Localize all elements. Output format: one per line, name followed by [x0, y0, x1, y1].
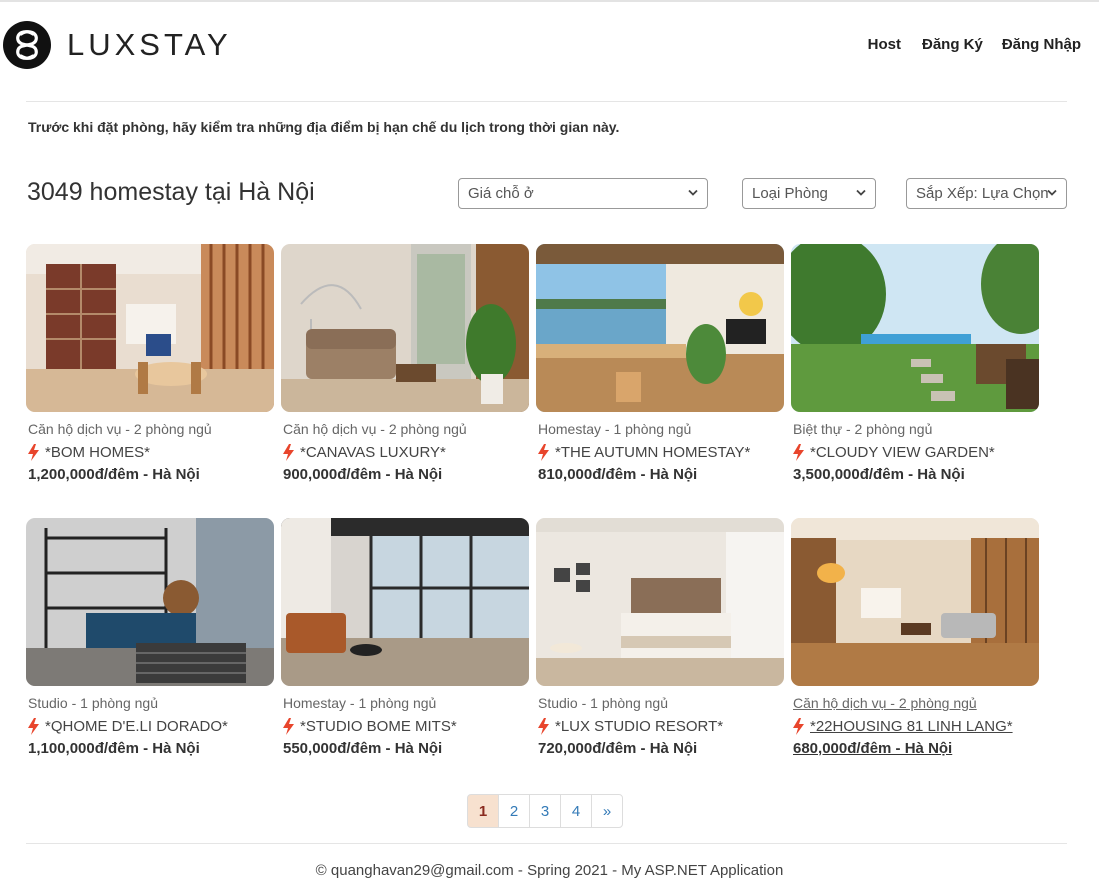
- chevron-down-icon: [688, 189, 698, 196]
- listing-name[interactable]: *22HOUSING 81 LINH LANG*: [793, 717, 1039, 735]
- chevron-down-icon: [856, 189, 866, 196]
- nav-login-link[interactable]: Đăng Nhập: [1002, 36, 1081, 53]
- sort-select-value: Sắp Xếp: Lựa Chọn: [916, 185, 1049, 202]
- listing-name-text: *CLOUDY VIEW GARDEN*: [810, 443, 995, 461]
- listing-name-text: *BOM HOMES*: [45, 443, 151, 461]
- listing-card[interactable]: Homestay - 1 phòng ngủ *THE AUTUMN HOMES…: [536, 244, 784, 483]
- listing-name[interactable]: *LUX STUDIO RESORT*: [538, 717, 784, 735]
- listing-name[interactable]: *CANAVAS LUXURY*: [283, 443, 529, 461]
- sort-select[interactable]: Sắp Xếp: Lựa Chọn: [906, 178, 1067, 209]
- travel-restriction-notice: Trước khi đặt phòng, hãy kiểm tra những …: [28, 119, 620, 135]
- pagination: 1 2 3 4 »: [467, 794, 623, 828]
- listing-card[interactable]: Căn hộ dịch vụ - 2 phòng ngủ *BOM HOMES*…: [26, 244, 274, 483]
- next-page-button[interactable]: »: [591, 794, 623, 828]
- listing-name[interactable]: *QHOME D'E.LI DORADO*: [28, 717, 274, 735]
- luxstay-logo-icon: [3, 21, 51, 69]
- listing-type: Căn hộ dịch vụ - 2 phòng ngủ: [28, 421, 212, 437]
- listing-photo[interactable]: [26, 244, 274, 412]
- price-filter-select[interactable]: Giá chỗ ở: [458, 178, 708, 209]
- lightning-icon: [28, 717, 39, 735]
- listing-card[interactable]: Studio - 1 phòng ngủ *QHOME D'E.LI DORAD…: [26, 518, 274, 757]
- room-type-filter-value: Loại Phòng: [752, 185, 828, 202]
- nav-register-link[interactable]: Đăng Ký: [922, 36, 983, 53]
- listing-name[interactable]: *CLOUDY VIEW GARDEN*: [793, 443, 1039, 461]
- listing-name-text: *QHOME D'E.LI DORADO*: [45, 717, 228, 735]
- listing-photo[interactable]: [26, 518, 274, 686]
- listing-price: 550,000đ/đêm - Hà Nội: [283, 740, 443, 757]
- page-3-button[interactable]: 3: [529, 794, 561, 828]
- listing-name-text: *CANAVAS LUXURY*: [300, 443, 446, 461]
- listing-type: Biệt thự - 2 phòng ngủ: [793, 421, 933, 437]
- chevron-down-icon: [1047, 189, 1057, 196]
- brand-name: LUXSTAY: [67, 27, 232, 62]
- listing-card[interactable]: Căn hộ dịch vụ - 2 phòng ngủ *22HOUSING …: [791, 518, 1039, 757]
- room-type-filter-select[interactable]: Loại Phòng: [742, 178, 876, 209]
- listing-type: Căn hộ dịch vụ - 2 phòng ngủ: [793, 695, 977, 711]
- listing-type: Homestay - 1 phòng ngủ: [538, 421, 692, 437]
- listing-price: 1,200,000đ/đêm - Hà Nội: [28, 466, 200, 483]
- site-header: LUXSTAY Host Đăng Ký Đăng Nhập: [0, 2, 1099, 88]
- listing-type: Studio - 1 phòng ngủ: [538, 695, 668, 711]
- listing-type: Căn hộ dịch vụ - 2 phòng ngủ: [283, 421, 467, 437]
- lightning-icon: [793, 443, 804, 461]
- listing-photo[interactable]: [281, 244, 529, 412]
- listing-photo[interactable]: [536, 244, 784, 412]
- lightning-icon: [283, 717, 294, 735]
- listing-price: 810,000đ/đêm - Hà Nội: [538, 466, 698, 483]
- listing-price: 900,000đ/đêm - Hà Nội: [283, 466, 443, 483]
- listing-photo[interactable]: [791, 518, 1039, 686]
- listing-type: Studio - 1 phòng ngủ: [28, 695, 158, 711]
- lightning-icon: [283, 443, 294, 461]
- listing-card[interactable]: Biệt thự - 2 phòng ngủ *CLOUDY VIEW GARD…: [791, 244, 1039, 483]
- listing-name-text: *22HOUSING 81 LINH LANG*: [810, 717, 1013, 735]
- listing-name-text: *LUX STUDIO RESORT*: [555, 717, 724, 735]
- listing-price: 1,100,000đ/đêm - Hà Nội: [28, 740, 200, 757]
- listing-price: 3,500,000đ/đêm - Hà Nội: [793, 466, 965, 483]
- listing-name[interactable]: *THE AUTUMN HOMESTAY*: [538, 443, 784, 461]
- listing-price: 720,000đ/đêm - Hà Nội: [538, 740, 698, 757]
- listing-photo[interactable]: [536, 518, 784, 686]
- listing-name[interactable]: *BOM HOMES*: [28, 443, 274, 461]
- listing-card[interactable]: Căn hộ dịch vụ - 2 phòng ngủ *CANAVAS LU…: [281, 244, 529, 483]
- listing-type: Homestay - 1 phòng ngủ: [283, 695, 437, 711]
- listing-name-text: *THE AUTUMN HOMESTAY*: [555, 443, 751, 461]
- results-heading: 3049 homestay tại Hà Nội: [27, 178, 315, 206]
- page-2-button[interactable]: 2: [498, 794, 530, 828]
- footer-text: © quanghavan29@gmail.com - Spring 2021 -…: [315, 862, 784, 879]
- price-filter-value: Giá chỗ ở: [468, 185, 534, 202]
- footer-divider: [26, 843, 1067, 844]
- listing-name-text: *STUDIO BOME MITS*: [300, 717, 457, 735]
- listing-card[interactable]: Studio - 1 phòng ngủ *LUX STUDIO RESORT*…: [536, 518, 784, 757]
- nav-host-link[interactable]: Host: [868, 36, 901, 53]
- listing-name[interactable]: *STUDIO BOME MITS*: [283, 717, 529, 735]
- lightning-icon: [793, 717, 804, 735]
- brand-logo[interactable]: LUXSTAY: [3, 21, 232, 69]
- page-1-button[interactable]: 1: [467, 794, 499, 828]
- lightning-icon: [538, 717, 549, 735]
- listing-card[interactable]: Homestay - 1 phòng ngủ *STUDIO BOME MITS…: [281, 518, 529, 757]
- listing-price: 680,000đ/đêm - Hà Nội: [793, 740, 953, 757]
- listing-photo[interactable]: [281, 518, 529, 686]
- listing-photo[interactable]: [791, 244, 1039, 412]
- lightning-icon: [538, 443, 549, 461]
- page-4-button[interactable]: 4: [560, 794, 592, 828]
- header-divider: [26, 101, 1067, 102]
- lightning-icon: [28, 443, 39, 461]
- top-nav: Host Đăng Ký Đăng Nhập: [868, 36, 1081, 53]
